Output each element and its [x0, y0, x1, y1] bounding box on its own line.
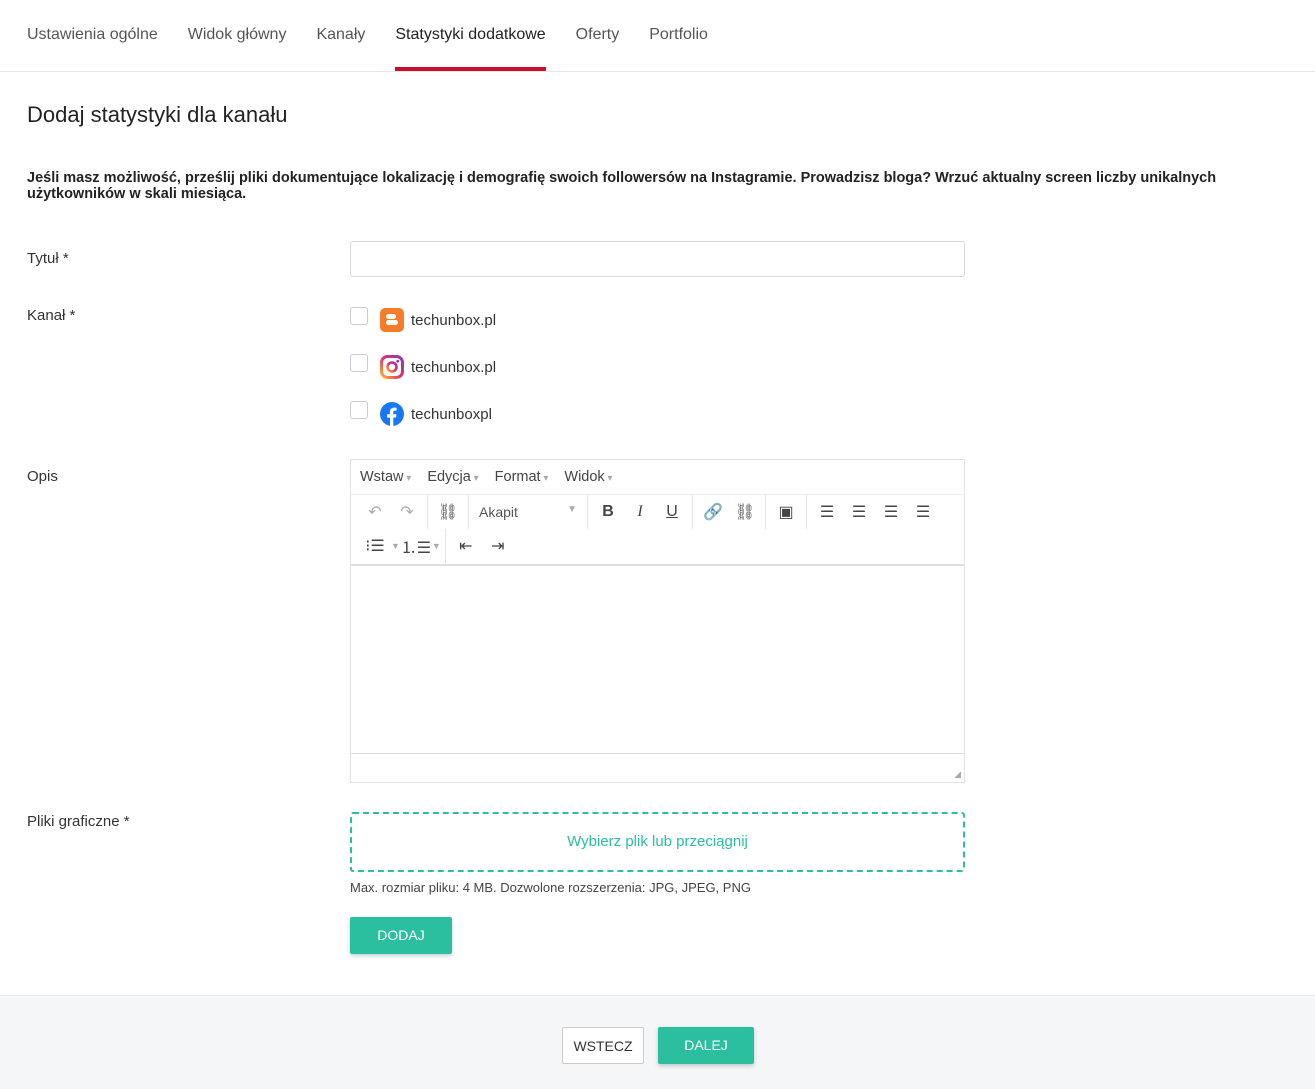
blogger-icon [380, 308, 404, 332]
link-icon[interactable]: 🔗 [697, 502, 729, 522]
chevron-down-icon[interactable]: ▼ [391, 541, 400, 551]
title-input[interactable] [350, 241, 965, 277]
channel-checkbox[interactable] [350, 354, 368, 372]
numbered-list-icon[interactable]: ⒈☰ [400, 534, 432, 558]
editor-content-area[interactable] [351, 564, 964, 754]
file-hint: Max. rozmiar pliku: 4 MB. Dozwolone rozs… [350, 880, 751, 895]
channel-option-facebook[interactable]: techunboxpl [350, 401, 492, 426]
align-left-icon[interactable]: ☰ [811, 502, 843, 522]
tab-main-view[interactable]: Widok główny [188, 0, 287, 71]
add-button[interactable]: DODAJ [350, 917, 452, 954]
channel-name: techunboxpl [411, 405, 492, 423]
format-select-value: Akapit [479, 504, 518, 520]
channel-name: techunbox.pl [411, 358, 497, 376]
redo-icon[interactable]: ↷ [391, 502, 423, 522]
channel-label: Kanał * [27, 307, 76, 324]
menu-edit[interactable]: Edycja [427, 469, 478, 485]
back-button[interactable]: WSTECZ [562, 1027, 644, 1064]
file-dropzone[interactable]: Wybierz plik lub przeciągnij [350, 812, 965, 872]
underline-icon[interactable]: U [656, 503, 688, 521]
title-label: Tytuł * [27, 250, 69, 267]
bold-icon[interactable]: B [592, 503, 624, 521]
tab-offers[interactable]: Oferty [576, 0, 620, 71]
undo-icon[interactable]: ↶ [359, 502, 391, 522]
media-icon[interactable]: ▣ [770, 502, 802, 522]
indent-icon[interactable]: ⇥ [482, 536, 514, 556]
facebook-icon [380, 402, 404, 426]
channel-option-blog[interactable]: techunbox.pl [350, 307, 497, 332]
page-title: Dodaj statystyki dla kanału [27, 102, 288, 127]
tab-portfolio[interactable]: Portfolio [649, 0, 708, 71]
align-justify-icon[interactable]: ☰ [907, 502, 939, 522]
format-select[interactable]: Akapit ▼ [473, 504, 583, 520]
tab-bar: Ustawienia ogólne Widok główny Kanały St… [0, 0, 1315, 72]
instagram-icon [380, 355, 404, 379]
outdent-icon[interactable]: ⇤ [450, 536, 482, 556]
chevron-down-icon: ▼ [567, 504, 577, 515]
rich-text-editor: Wstaw Edycja Format Widok ↶↷ ⛓ Akapit ▼ B… [350, 459, 965, 783]
tab-additional-stats[interactable]: Statystyki dodatkowe [395, 0, 546, 71]
channel-checkbox[interactable] [350, 307, 368, 325]
tab-general-settings[interactable]: Ustawienia ogólne [27, 0, 158, 71]
files-label: Pliki graficzne * [27, 813, 130, 830]
channel-checkbox[interactable] [350, 401, 368, 419]
tab-channels[interactable]: Kanały [316, 0, 365, 71]
unlink-icon[interactable]: ⛓ [729, 502, 761, 522]
description-label: Opis [27, 468, 58, 485]
menu-insert[interactable]: Wstaw [360, 469, 411, 485]
find-replace-icon[interactable]: ⛓ [432, 502, 464, 522]
bullet-list-icon[interactable]: ⁝☰ [359, 536, 391, 556]
channel-name: techunbox.pl [411, 311, 497, 329]
align-center-icon[interactable]: ☰ [843, 502, 875, 522]
menu-format[interactable]: Format [495, 469, 549, 485]
footer: WSTECZ DALEJ [0, 995, 1315, 1089]
chevron-down-icon[interactable]: ▼ [432, 541, 441, 551]
italic-icon[interactable]: I [624, 503, 656, 521]
page-description: Jeśli masz możliwość, prześlij pliki dok… [27, 170, 1217, 202]
menu-view[interactable]: Widok [564, 469, 612, 485]
next-button[interactable]: DALEJ [658, 1027, 754, 1064]
align-right-icon[interactable]: ☰ [875, 502, 907, 522]
resize-handle-icon[interactable]: ◢ [954, 769, 961, 780]
channel-option-instagram[interactable]: techunbox.pl [350, 354, 497, 379]
